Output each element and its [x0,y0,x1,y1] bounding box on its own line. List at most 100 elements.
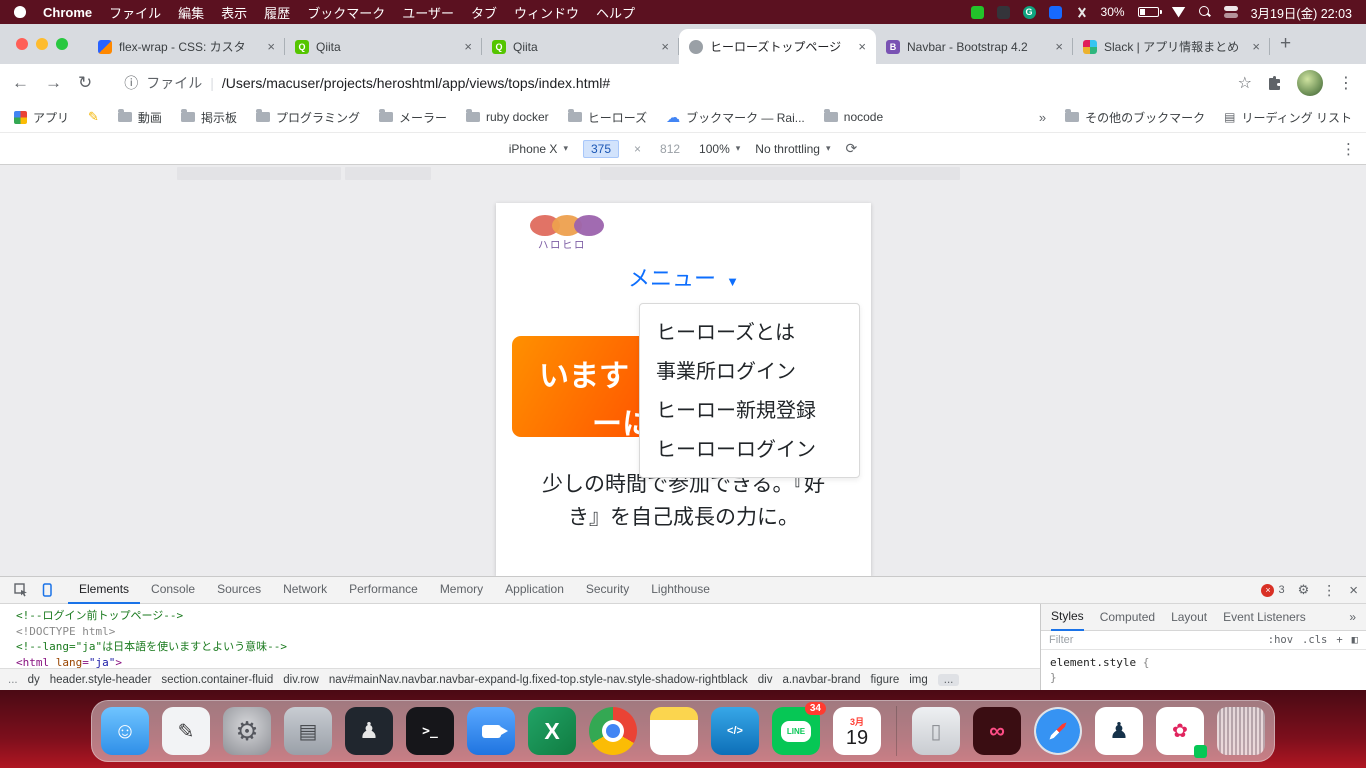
tab-event-listeners[interactable]: Event Listeners [1223,610,1306,624]
device-toolbar-menu-icon[interactable]: ⋮ [1341,140,1356,158]
menubar-item-view[interactable]: 表示 [221,3,247,22]
breadcrumb-item[interactable]: section.container-fluid [161,674,273,686]
menubar-item-edit[interactable]: 編集 [178,3,204,22]
bookmark-folder-board[interactable]: 掲示板 [181,109,237,126]
breadcrumb-item[interactable]: div [758,674,773,686]
app-status-icon[interactable] [1049,6,1062,19]
bookmark-rainbow[interactable]: ☁ ブックマーク — Rai... [666,109,805,126]
bookmark-folder-mailer[interactable]: メーラー [379,109,447,126]
bookmark-apps[interactable]: アプリ [14,109,69,126]
kindle-icon[interactable]: ♟ [1095,707,1143,755]
storage-app-icon[interactable]: ▯ [912,707,960,755]
address-bar[interactable]: ⓘ ファイル | /Users/macuser/projects/herosht… [108,73,1221,93]
excel-icon[interactable]: X [528,707,576,755]
tab-styles[interactable]: Styles [1051,604,1084,631]
scissors-status-icon[interactable] [1075,6,1088,19]
printer-icon[interactable]: ▤ [284,707,332,755]
control-center-icon[interactable] [1224,6,1238,18]
breadcrumb-overflow-right[interactable]: ... [938,674,960,686]
menubar-item-help[interactable]: ヘルプ [596,3,635,22]
terminal-icon[interactable]: >_ [406,707,454,755]
breadcrumb-item[interactable]: dy [28,674,40,686]
capture-app-icon[interactable]: ✿ [1156,707,1204,755]
close-window-button[interactable] [16,38,28,50]
bookmark-folder-nocode[interactable]: nocode [824,110,883,124]
reload-icon[interactable]: ↻ [78,73,92,93]
battery-icon[interactable] [1138,7,1159,17]
code-line[interactable]: <!--lang="ja"は日本語を使いますとよいう意味--> [16,639,1040,655]
reading-list[interactable]: ▤ リーディング リスト [1224,109,1352,126]
system-preferences-icon[interactable]: ⚙ [223,707,271,755]
calendar-icon[interactable]: 3月 19 [833,707,881,755]
bookmarks-overflow-icon[interactable]: » [1039,110,1046,125]
line-app-icon[interactable]: LINE 34 [772,707,820,755]
devtools-settings-icon[interactable]: ⚙ [1298,582,1310,598]
chrome-icon[interactable] [589,707,637,755]
grammarly-status-icon[interactable]: G [1023,6,1036,19]
tab-network[interactable]: Network [272,577,338,604]
bookmark-folder-programming[interactable]: プログラミング [256,109,360,126]
menubar-item-tab[interactable]: タブ [471,3,497,22]
styles-filter-input[interactable] [1049,634,1179,646]
tab-lighthouse[interactable]: Lighthouse [640,577,721,604]
media-query-segment[interactable] [600,167,960,180]
dropdown-item-hero-signup[interactable]: ヒーロー新規登録 [640,389,859,428]
extensions-icon[interactable] [1267,76,1282,91]
inspect-element-icon[interactable] [14,583,28,597]
dropdown-item-about[interactable]: ヒーローズとは [640,311,859,350]
wifi-icon[interactable] [1172,7,1186,18]
apple-icon[interactable] [14,6,26,18]
line-status-icon[interactable] [971,6,984,19]
info-icon[interactable]: ⓘ [124,73,138,93]
tab-application[interactable]: Application [494,577,575,604]
bookmark-folder-heroes[interactable]: ヒーローズ [568,109,647,126]
tab-close-icon[interactable]: × [661,39,669,54]
bookmark-star-icon[interactable]: ☆ [1238,73,1252,93]
avatar-app-icon[interactable]: ♟ [345,707,393,755]
spotlight-search-icon[interactable] [1199,6,1211,18]
breadcrumb-item[interactable]: div.row [283,674,319,686]
text-editor-icon[interactable]: ✎ [162,707,210,755]
tab-close-icon[interactable]: × [464,39,472,54]
tab-close-icon[interactable]: × [1055,39,1063,54]
safari-icon[interactable] [1034,707,1082,755]
zoom-select[interactable]: 100% ▾ [699,142,740,156]
device-width-input[interactable]: 375 [583,140,619,158]
code-line[interactable]: <html lang="ja"> [16,655,1040,669]
media-query-segment[interactable] [177,167,341,180]
camera-status-icon[interactable] [997,6,1010,19]
tab-computed[interactable]: Computed [1100,610,1155,624]
new-style-rule-button[interactable]: + [1336,634,1342,646]
element-style-block[interactable]: element.style { } [1041,650,1366,690]
bookmark-folder-video[interactable]: 動画 [118,109,162,126]
minimize-window-button[interactable] [36,38,48,50]
breadcrumb-item[interactable]: figure [870,674,899,686]
menu-toggle-link[interactable]: メニュー▼ [496,261,871,293]
trash-icon[interactable] [1217,707,1265,755]
dropdown-item-hero-login[interactable]: ヒーローログイン [640,428,859,467]
devtools-close-icon[interactable]: × [1349,582,1358,599]
finder-icon[interactable]: ☺ [101,707,149,755]
code-line[interactable]: <!--ログイン前トップページ--> [16,608,1040,624]
device-toolbar-toggle-icon[interactable] [40,583,54,597]
tab-console[interactable]: Console [140,577,206,604]
forward-icon[interactable]: → [45,73,62,93]
media-query-segment[interactable] [345,167,431,180]
dropdown-item-office-login[interactable]: 事業所ログイン [640,350,859,389]
tab-qiita-2[interactable]: Q Qiita × [482,29,679,64]
menubar-item-bookmarks[interactable]: ブックマーク [307,3,385,22]
vscode-icon[interactable]: </> [711,707,759,755]
breadcrumb-overflow-left[interactable]: ... [8,674,18,686]
tab-elements[interactable]: Elements [68,577,140,604]
site-logo[interactable]: ハロヒロ [530,215,604,252]
adobe-creative-cloud-icon[interactable]: ∞ [973,707,1021,755]
chrome-menu-icon[interactable]: ⋮ [1338,73,1354,93]
tab-flexwrap-css[interactable]: flex-wrap - CSS: カスタ × [88,29,285,64]
error-badge[interactable]: × 3 [1261,584,1284,597]
rotate-device-icon[interactable]: ⟳ [846,140,858,157]
menubar-item-history[interactable]: 履歴 [264,3,290,22]
tab-sources[interactable]: Sources [206,577,272,604]
tab-slack[interactable]: Slack | アプリ情報まとめ × [1073,29,1270,64]
tab-security[interactable]: Security [575,577,640,604]
tab-qiita-1[interactable]: Q Qiita × [285,29,482,64]
